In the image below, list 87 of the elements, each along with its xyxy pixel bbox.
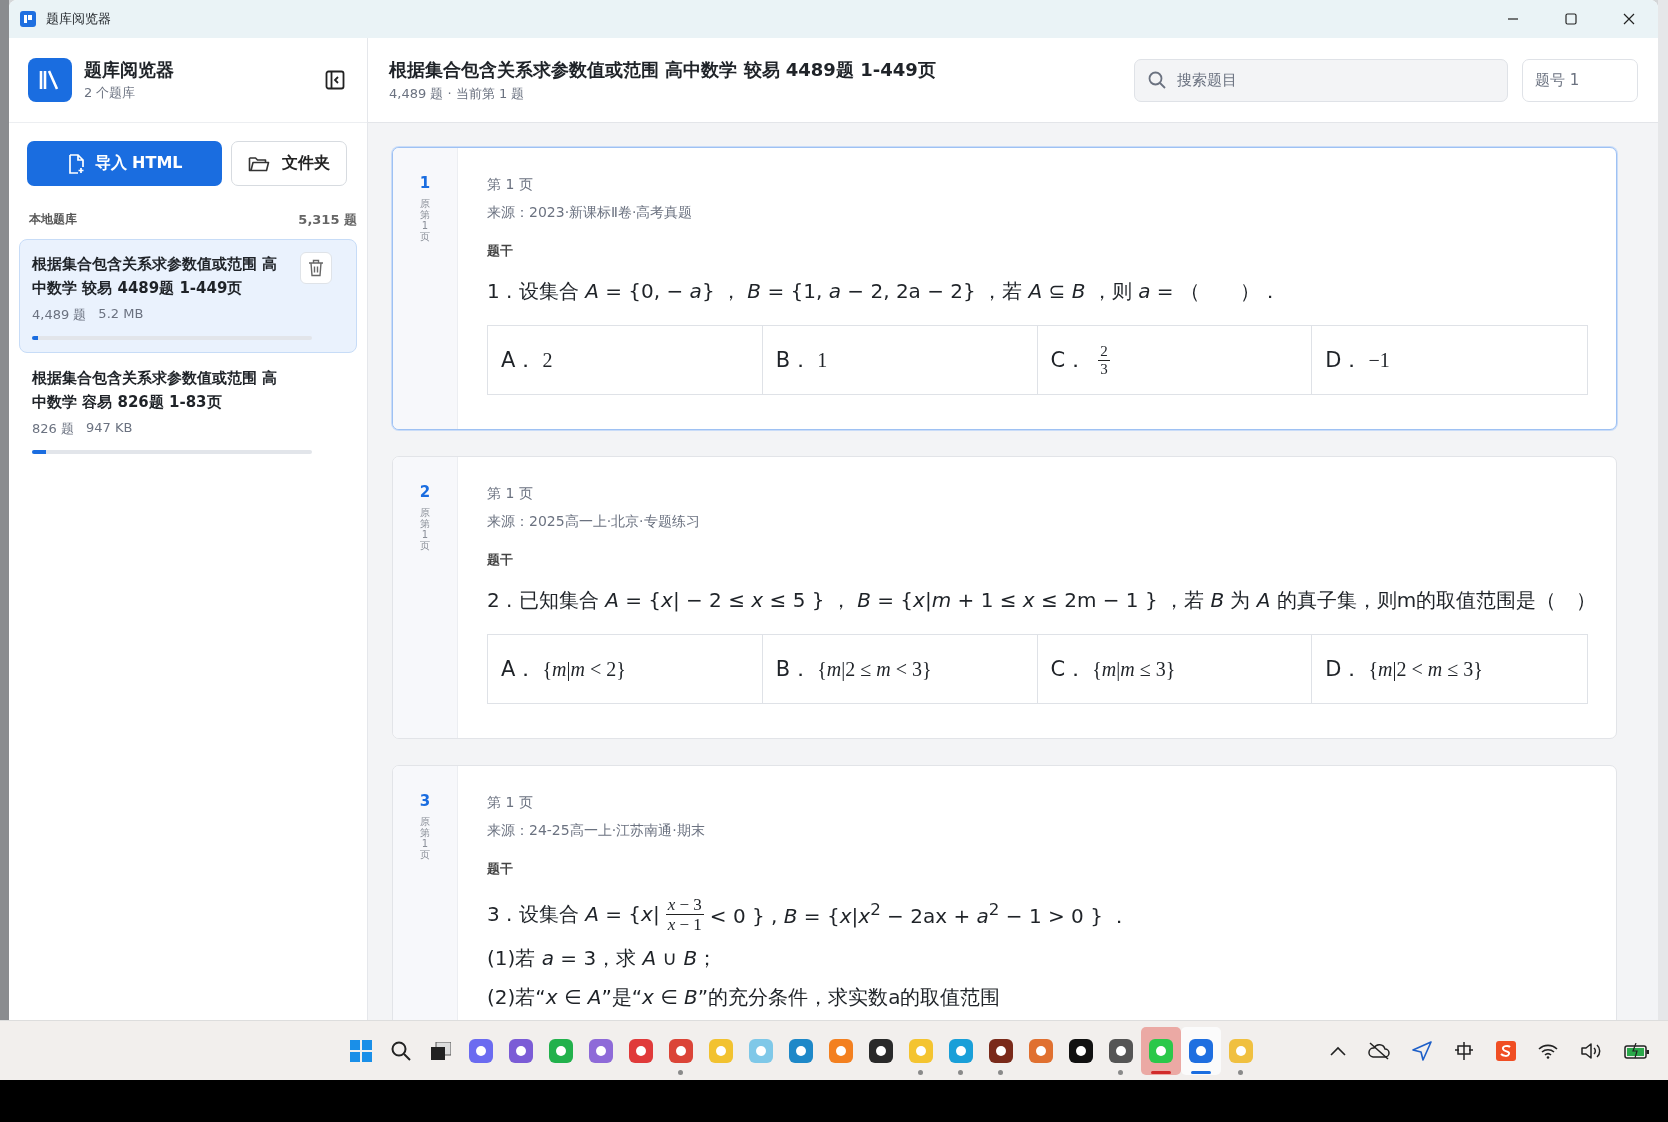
question-stem: 1 . 设集合 A = {0, − a} ， B = {1, a − 2, 2a − 2} ，若 A ⊆ B ，则 a = （ ）． — [487, 278, 1280, 305]
app-icon — [1149, 1038, 1173, 1063]
app-icon — [1069, 1038, 1093, 1063]
trash-icon — [308, 259, 324, 277]
bank-subtitle: 4,489 题 · 当前第 1 题 — [389, 84, 526, 103]
keyboard-layout-icon[interactable] — [1454, 1040, 1474, 1061]
page-label: 第 1 页 — [487, 176, 533, 194]
app-icon — [949, 1038, 973, 1063]
folder-icon — [248, 154, 270, 173]
sub-question: (1)若 a = 3，求 A ∪ B； — [487, 945, 718, 972]
book-icon — [20, 11, 36, 27]
app-icon — [709, 1038, 733, 1063]
original-page-label: 原第1页 — [420, 198, 430, 242]
app-icon — [989, 1038, 1013, 1063]
app-name: 题库阅览器 — [84, 58, 174, 82]
page-label: 第 1 页 — [487, 794, 533, 812]
app-icon — [469, 1038, 493, 1063]
start-icon — [350, 1039, 372, 1062]
file-size: 947 KB — [85, 420, 133, 437]
library-title: 根据集合包含关系求参数值或范围 高中数学 较易 4489题 1-449页 — [32, 254, 279, 299]
section-heading: 题干 — [487, 860, 513, 878]
file-plus-icon — [66, 153, 85, 174]
app-icon — [669, 1038, 693, 1063]
question-number: 1 — [419, 174, 431, 192]
input-method-icon[interactable] — [1496, 1040, 1516, 1061]
app-icon — [749, 1038, 773, 1063]
search-icon — [1148, 70, 1166, 89]
app-icon — [789, 1038, 813, 1063]
app-icon — [829, 1038, 853, 1063]
app-icon — [869, 1038, 893, 1063]
volume-icon[interactable] — [1580, 1041, 1602, 1060]
question-stem: 3 . 设集合 A = {x| x − 3 x − 1 < 0 } , B = {x|x$^{2}$ − 2ax + a$^{2}$ − 1 > 0 } ． — [487, 896, 1130, 933]
search-icon — [391, 1040, 411, 1061]
app-icon — [1029, 1038, 1053, 1063]
page-label: 第 1 页 — [487, 485, 533, 503]
question-count: 4,489 题 — [32, 306, 87, 324]
battery-icon[interactable] — [1624, 1042, 1650, 1059]
answer-option: A． {m|m < 2} — [488, 635, 763, 703]
section-label: 本地题库 — [29, 211, 77, 228]
library-title: 根据集合包含关系求参数值或范围 高中数学 容易 826题 1-83页 — [32, 368, 279, 413]
answer-option: C． {m|m ≤ 3} — [1037, 635, 1313, 703]
original-page-label: 原第1页 — [420, 507, 430, 551]
maximize-icon — [1565, 13, 1577, 25]
import-html-button[interactable]: 导入 HTML — [27, 141, 222, 186]
search-field[interactable]: 搜索题目 — [1134, 58, 1508, 102]
section-heading: 题干 — [487, 242, 513, 260]
delete-button[interactable] — [300, 252, 332, 284]
app-icon — [1109, 1038, 1133, 1063]
answer-option: D． {m|2 < m ≤ 3} — [1312, 635, 1587, 703]
question-number: 2 — [419, 483, 431, 501]
close-icon — [1623, 13, 1635, 25]
section-heading: 题干 — [487, 551, 513, 569]
library-item[interactable]: 根据集合包含关系求参数值或范围 高中数学 较易 4489题 1-449页 4,489 题 5.2 MB — [19, 239, 357, 353]
bank-title: 根据集合包含关系求参数值或范围 高中数学 较易 4489题 1-449页 — [389, 57, 937, 82]
original-page-label: 原第1页 — [420, 816, 430, 860]
send-icon[interactable] — [1412, 1040, 1432, 1061]
app-icon — [509, 1038, 533, 1063]
app-icon — [629, 1038, 653, 1063]
library-count: 2 个题库 — [84, 84, 137, 102]
question-number-field[interactable]: 题号 1 — [1522, 58, 1638, 102]
question-number: 3 — [419, 792, 431, 810]
library-item[interactable]: 根据集合包含关系求参数值或范围 高中数学 容易 826题 1-83页 826 题 947 KB — [19, 353, 357, 467]
source-label: 来源：2023·新课标Ⅱ卷·高考真题 — [487, 204, 693, 222]
sub-question: (2)若“x ∈ A”是“x ∈ B”的充分条件，求实数a的取值范围 — [487, 984, 1001, 1011]
total-count: 5,315 题 — [298, 211, 357, 229]
task-view-icon — [431, 1041, 451, 1060]
app-icon — [589, 1038, 613, 1063]
wifi-icon[interactable] — [1538, 1042, 1558, 1059]
answer-option: B． {m|2 ≤ m < 3} — [762, 635, 1038, 703]
sidebar-collapse-icon — [325, 70, 345, 90]
question-stem: 2 . 已知集合 A = {x| − 2 ≤ x ≤ 5 } ， B = {x|m + 1 ≤ x ≤ 2m − 1 } ，若 B 为 A 的真子集，则m的取值范围是（ ） — [487, 587, 1597, 614]
answer-option: B． 1 — [762, 326, 1038, 394]
app-icon — [1229, 1038, 1253, 1063]
question-count: 826 题 — [32, 420, 74, 438]
library-icon — [28, 58, 72, 102]
file-size: 5.2 MB — [98, 306, 144, 323]
folder-button[interactable]: 文件夹 — [231, 141, 347, 186]
answer-option: A． 2 — [488, 326, 763, 394]
app-icon — [549, 1038, 573, 1063]
chevron-up-icon[interactable] — [1330, 1045, 1346, 1056]
source-label: 来源：24-25高一上·江苏南通·期末 — [487, 822, 705, 840]
window-title: 题库阅览器 — [46, 10, 111, 28]
cloud-off-icon[interactable] — [1368, 1041, 1390, 1060]
answer-option: D． −1 — [1312, 326, 1587, 394]
source-label: 来源：2025高一上·北京·专题练习 — [487, 513, 700, 531]
app-icon — [1189, 1038, 1213, 1063]
app-icon — [909, 1038, 933, 1063]
